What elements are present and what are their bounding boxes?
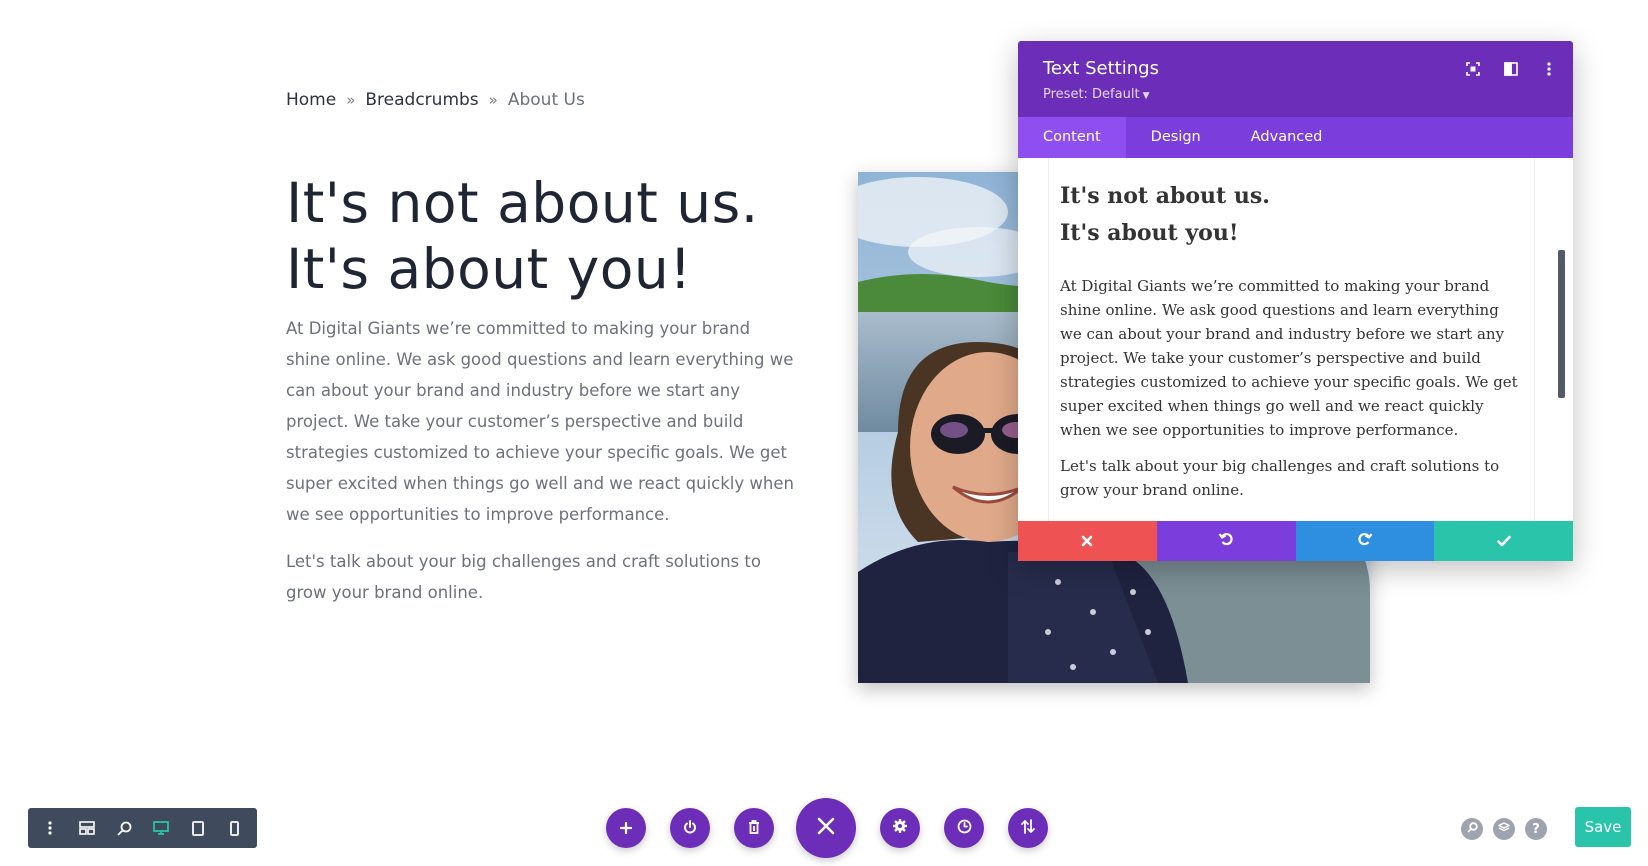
editor-heading-line2: It's about you! [1060, 220, 1239, 246]
redo-button[interactable] [1295, 521, 1435, 561]
caret-down-icon: ▼ [1142, 91, 1150, 101]
layers-button[interactable] [1493, 818, 1515, 840]
desktop-icon[interactable] [149, 816, 173, 840]
tab-content[interactable]: Content [1018, 117, 1126, 158]
page-settings-button[interactable] [880, 808, 920, 848]
more-vertical-icon[interactable] [38, 816, 62, 840]
page-title[interactable]: It's not about us. It's about you! [286, 170, 846, 302]
help-icon: ? [1532, 821, 1540, 837]
wireframe-icon[interactable] [75, 816, 99, 840]
fullscreen-icon[interactable] [1463, 59, 1483, 79]
modal-action-bar [1018, 521, 1573, 561]
tablet-icon[interactable] [186, 816, 210, 840]
breadcrumb-current: About Us [507, 90, 585, 110]
phone-icon[interactable] [223, 816, 247, 840]
hero-paragraph-2: Let's talk about your big challenges and… [286, 552, 761, 602]
editor-paragraph-2: Let's talk about your big challenges and… [1060, 457, 1500, 499]
discard-button[interactable] [1018, 521, 1157, 561]
page-title-line2: It's about you! [286, 237, 692, 301]
more-options-icon[interactable] [1539, 59, 1559, 79]
portability-icon [1021, 818, 1035, 838]
modal-header[interactable]: Text Settings Preset: Default ▼ [1018, 41, 1573, 117]
modal-title: Text Settings [1043, 58, 1159, 79]
text-editor[interactable]: It's not about us. It's about you! At Di… [1048, 158, 1535, 556]
modal-tabs: Content Design Advanced [1018, 117, 1573, 158]
add-icon [619, 819, 633, 838]
zoom-icon[interactable] [112, 816, 136, 840]
undo-icon [1218, 531, 1234, 551]
trash-icon [748, 819, 760, 838]
redo-icon [1357, 531, 1373, 551]
disable-button[interactable] [670, 808, 710, 848]
breadcrumb: Home » Breadcrumbs » About Us [286, 90, 585, 110]
breadcrumb-separator: » [488, 91, 498, 109]
undo-button[interactable] [1156, 521, 1296, 561]
breadcrumb-separator: » [346, 91, 356, 109]
editor-heading-line1: It's not about us. [1060, 183, 1270, 209]
history-button[interactable] [944, 808, 984, 848]
delete-button[interactable] [734, 808, 774, 848]
tab-advanced[interactable]: Advanced [1226, 117, 1348, 158]
editor-scrollbar[interactable] [1558, 250, 1565, 398]
page-title-line1: It's not about us. [286, 171, 759, 235]
close-icon [817, 817, 835, 839]
hero-text[interactable]: At Digital Giants we’re committed to mak… [286, 313, 796, 624]
modal-content: It's not about us. It's about you! At Di… [1018, 158, 1573, 561]
text-settings-modal: Text Settings Preset: Default ▼ Content D… [1018, 41, 1573, 561]
apply-button[interactable] [1434, 521, 1573, 561]
layers-icon [1498, 821, 1510, 837]
add-button[interactable] [606, 808, 646, 848]
portability-button[interactable] [1008, 808, 1048, 848]
exit-button[interactable] [796, 798, 856, 858]
power-icon [683, 819, 697, 838]
view-mode-toolbar [28, 808, 257, 848]
history-icon [957, 819, 972, 838]
check-icon [1496, 532, 1511, 551]
tab-design[interactable]: Design [1126, 117, 1226, 158]
preset-dropdown[interactable]: Preset: Default ▼ [1043, 87, 1149, 102]
search-button[interactable] [1461, 818, 1483, 840]
close-icon [1081, 532, 1093, 551]
preset-label: Preset: Default [1043, 87, 1140, 102]
save-button[interactable]: Save [1575, 807, 1631, 847]
breadcrumb-middle-link[interactable]: Breadcrumbs [365, 90, 478, 110]
breadcrumb-home-link[interactable]: Home [286, 90, 336, 110]
editor-paragraph-1: At Digital Giants we’re committed to mak… [1060, 277, 1518, 439]
settings-icon [892, 818, 908, 838]
split-view-icon[interactable] [1501, 59, 1521, 79]
editor-heading: It's not about us. It's about you! [1060, 178, 1534, 252]
help-button[interactable]: ? [1525, 818, 1547, 840]
search-icon [1466, 821, 1478, 837]
hero-paragraph-1: At Digital Giants we’re committed to mak… [286, 319, 794, 524]
